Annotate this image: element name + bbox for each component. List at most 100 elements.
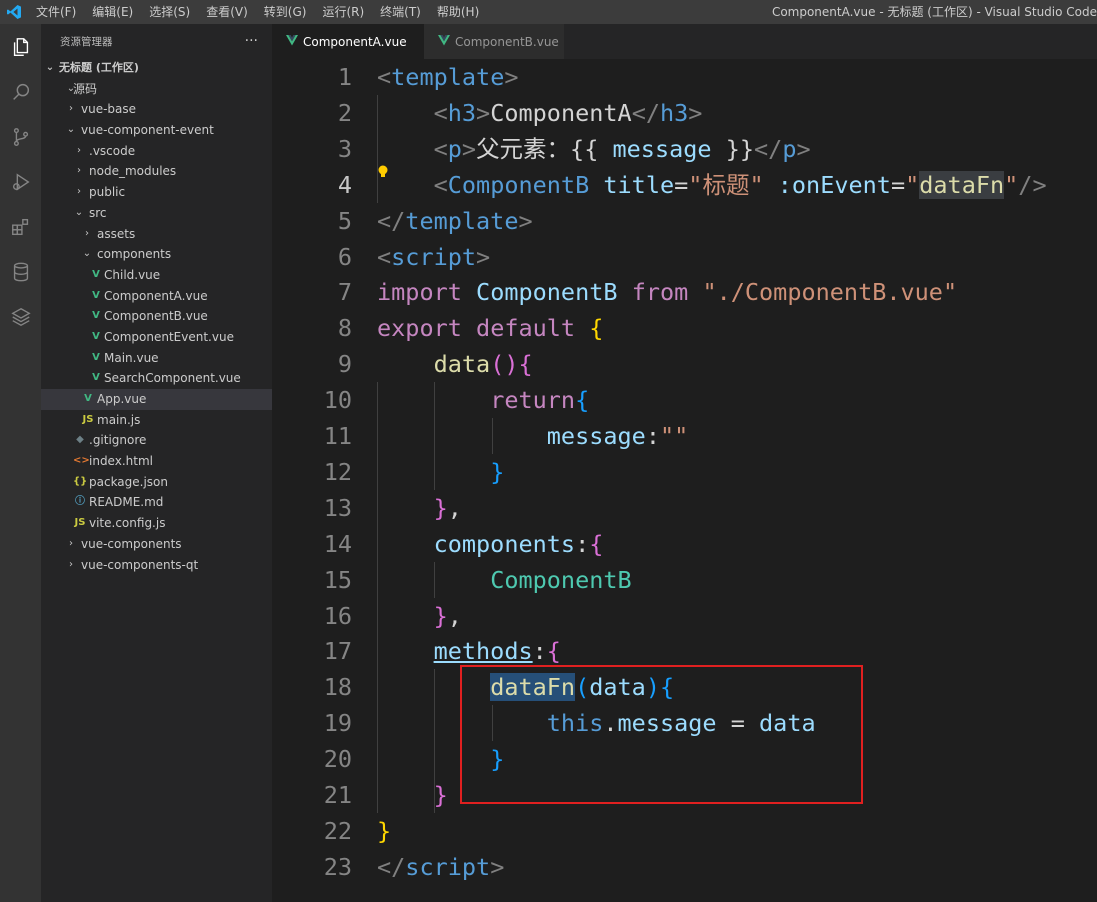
lightbulb-icon[interactable] <box>376 164 390 184</box>
code-line[interactable]: 17 methods:{ <box>272 633 1097 669</box>
tree-file[interactable]: V ComponentA.vue <box>41 286 272 307</box>
vue-file-icon <box>286 34 298 49</box>
vue-file-icon: V <box>92 268 100 280</box>
code-token: import <box>377 278 462 306</box>
code-token: > <box>796 135 811 163</box>
tree-file[interactable]: JS vite.config.js <box>41 513 272 534</box>
code-line[interactable]: 23 </script> <box>272 849 1097 885</box>
code-line[interactable]: 7 import ComponentB from "./ComponentB.vu… <box>272 274 1097 310</box>
code-line[interactable]: 4 <ComponentB title="标题" :onEvent="dataF… <box>272 167 1097 203</box>
activity-bar <box>0 24 41 902</box>
tree-file[interactable]: V ComponentB.vue <box>41 306 272 327</box>
code-line[interactable]: 12 } <box>272 454 1097 490</box>
tree-folder[interactable]: ⌄ vue-component-event <box>41 120 272 141</box>
tree-file[interactable]: V Child.vue <box>41 265 272 286</box>
tree-item-label: README.md <box>89 495 164 510</box>
extensions-icon[interactable] <box>0 204 41 249</box>
menu-item[interactable]: 终端(T) <box>372 0 429 24</box>
code-token: </ <box>377 207 406 235</box>
code-line[interactable]: 10 return{ <box>272 382 1097 418</box>
tree-file[interactable]: V ComponentEvent.vue <box>41 327 272 348</box>
menu-item[interactable]: 文件(F) <box>28 0 84 24</box>
tree-item-label: ComponentEvent.vue <box>104 329 234 344</box>
menu-item[interactable]: 帮助(H) <box>429 0 487 24</box>
workspace-header[interactable]: ⌄ 无标题 (工作区) <box>41 58 272 79</box>
tree-item-label: SearchComponent.vue <box>104 371 241 386</box>
code-token: : <box>645 422 660 450</box>
layers-icon[interactable] <box>0 294 41 339</box>
tree-file[interactable]: <> index.html <box>41 451 272 472</box>
tree-folder[interactable]: ⌄ components <box>41 244 272 265</box>
line-code: components:{ <box>377 526 604 562</box>
chevron-right-icon: › <box>69 103 73 115</box>
more-actions-button[interactable]: ··· <box>245 33 258 49</box>
tab-componentb[interactable]: ComponentB.vue <box>424 24 564 59</box>
menu-item[interactable]: 转到(G) <box>256 0 315 24</box>
menu-item[interactable]: 查看(V) <box>198 0 256 24</box>
code-line[interactable]: 13 }, <box>272 490 1097 526</box>
tree-file[interactable]: V App.vue <box>41 389 272 410</box>
line-number: 18 <box>323 673 352 701</box>
vue-file-icon: V <box>92 330 100 342</box>
code-token: title <box>603 171 675 199</box>
chevron-down-icon: ⌄ <box>74 206 84 218</box>
code-token: < <box>433 99 448 127</box>
code-line[interactable]: 9 data(){ <box>272 346 1097 382</box>
tree-file[interactable]: V SearchComponent.vue <box>41 368 272 389</box>
tree-folder[interactable]: ⌄ 源码 <box>41 79 272 100</box>
tree-item-label: public <box>89 185 126 200</box>
code-line[interactable]: 3 <p>父元素：{{ message }}</p> <box>272 131 1097 167</box>
tab-componenta[interactable]: ComponentA.vue <box>272 24 424 59</box>
code-line[interactable]: 8 export default { <box>272 310 1097 346</box>
code-line[interactable]: 1 <template> <box>272 59 1097 95</box>
explorer-sidebar: 资源管理器 ··· ⌄ 无标题 (工作区) ⌄ 源码 › vue-base ⌄ vue-c… <box>41 24 272 902</box>
code-token: < <box>433 171 448 199</box>
line-number: 15 <box>323 566 352 594</box>
chevron-right-icon: › <box>77 186 81 198</box>
code-token: h3 <box>659 99 689 127</box>
tree-folder[interactable]: › vue-components <box>41 534 272 555</box>
vue-file-icon <box>438 34 450 49</box>
tree-file[interactable]: ⓘ README.md <box>41 492 272 513</box>
tree-folder[interactable]: › public <box>41 182 272 203</box>
code-line[interactable]: 16 }, <box>272 598 1097 634</box>
menu-bar: 文件(F) 编辑(E) 选择(S) 查看(V) 转到(G) 运行(R) 终端(T) 帮助(H) <box>28 0 487 24</box>
search-icon[interactable] <box>0 69 41 114</box>
tree-folder[interactable]: › vue-base <box>41 99 272 120</box>
menu-item[interactable]: 运行(R) <box>314 0 372 24</box>
code-line[interactable]: 14 components:{ <box>272 526 1097 562</box>
tree-item-label: node_modules <box>89 164 177 179</box>
menu-item[interactable]: 编辑(E) <box>84 0 141 24</box>
tree-file[interactable]: {} package.json <box>41 472 272 493</box>
tree-folder[interactable]: ⌄ src <box>41 203 272 224</box>
code-token: > <box>476 243 491 271</box>
code-line[interactable]: 6 <script> <box>272 239 1097 275</box>
source-control-icon[interactable] <box>0 114 41 159</box>
database-icon[interactable] <box>0 249 41 294</box>
code-line[interactable]: 2 <h3>ComponentA</h3> <box>272 95 1097 131</box>
tree-folder[interactable]: › assets <box>41 224 272 245</box>
tree-file[interactable]: V Main.vue <box>41 348 272 369</box>
line-number: 16 <box>323 602 352 630</box>
code-line[interactable]: 5 </template> <box>272 203 1097 239</box>
tree-folder[interactable]: › .vscode <box>41 141 272 162</box>
menu-item[interactable]: 选择(S) <box>141 0 198 24</box>
code-line[interactable]: 22} <box>272 813 1097 849</box>
tree-folder[interactable]: › node_modules <box>41 161 272 182</box>
line-number: 5 <box>337 207 352 235</box>
tree-file[interactable]: ◆ .gitignore <box>41 430 272 451</box>
tree-folder[interactable]: › vue-components-qt <box>41 555 272 576</box>
code-token: : <box>532 637 547 665</box>
line-code: <ComponentB title="标题" :onEvent="dataFn"… <box>377 167 1047 203</box>
line-number: 23 <box>323 853 352 881</box>
explorer-icon[interactable] <box>0 24 41 69</box>
code-line[interactable]: 11 message:"" <box>272 418 1097 454</box>
run-debug-icon[interactable] <box>0 159 41 204</box>
code-line[interactable]: 15 ComponentB <box>272 562 1097 598</box>
tree-file[interactable]: JS main.js <box>41 410 272 431</box>
